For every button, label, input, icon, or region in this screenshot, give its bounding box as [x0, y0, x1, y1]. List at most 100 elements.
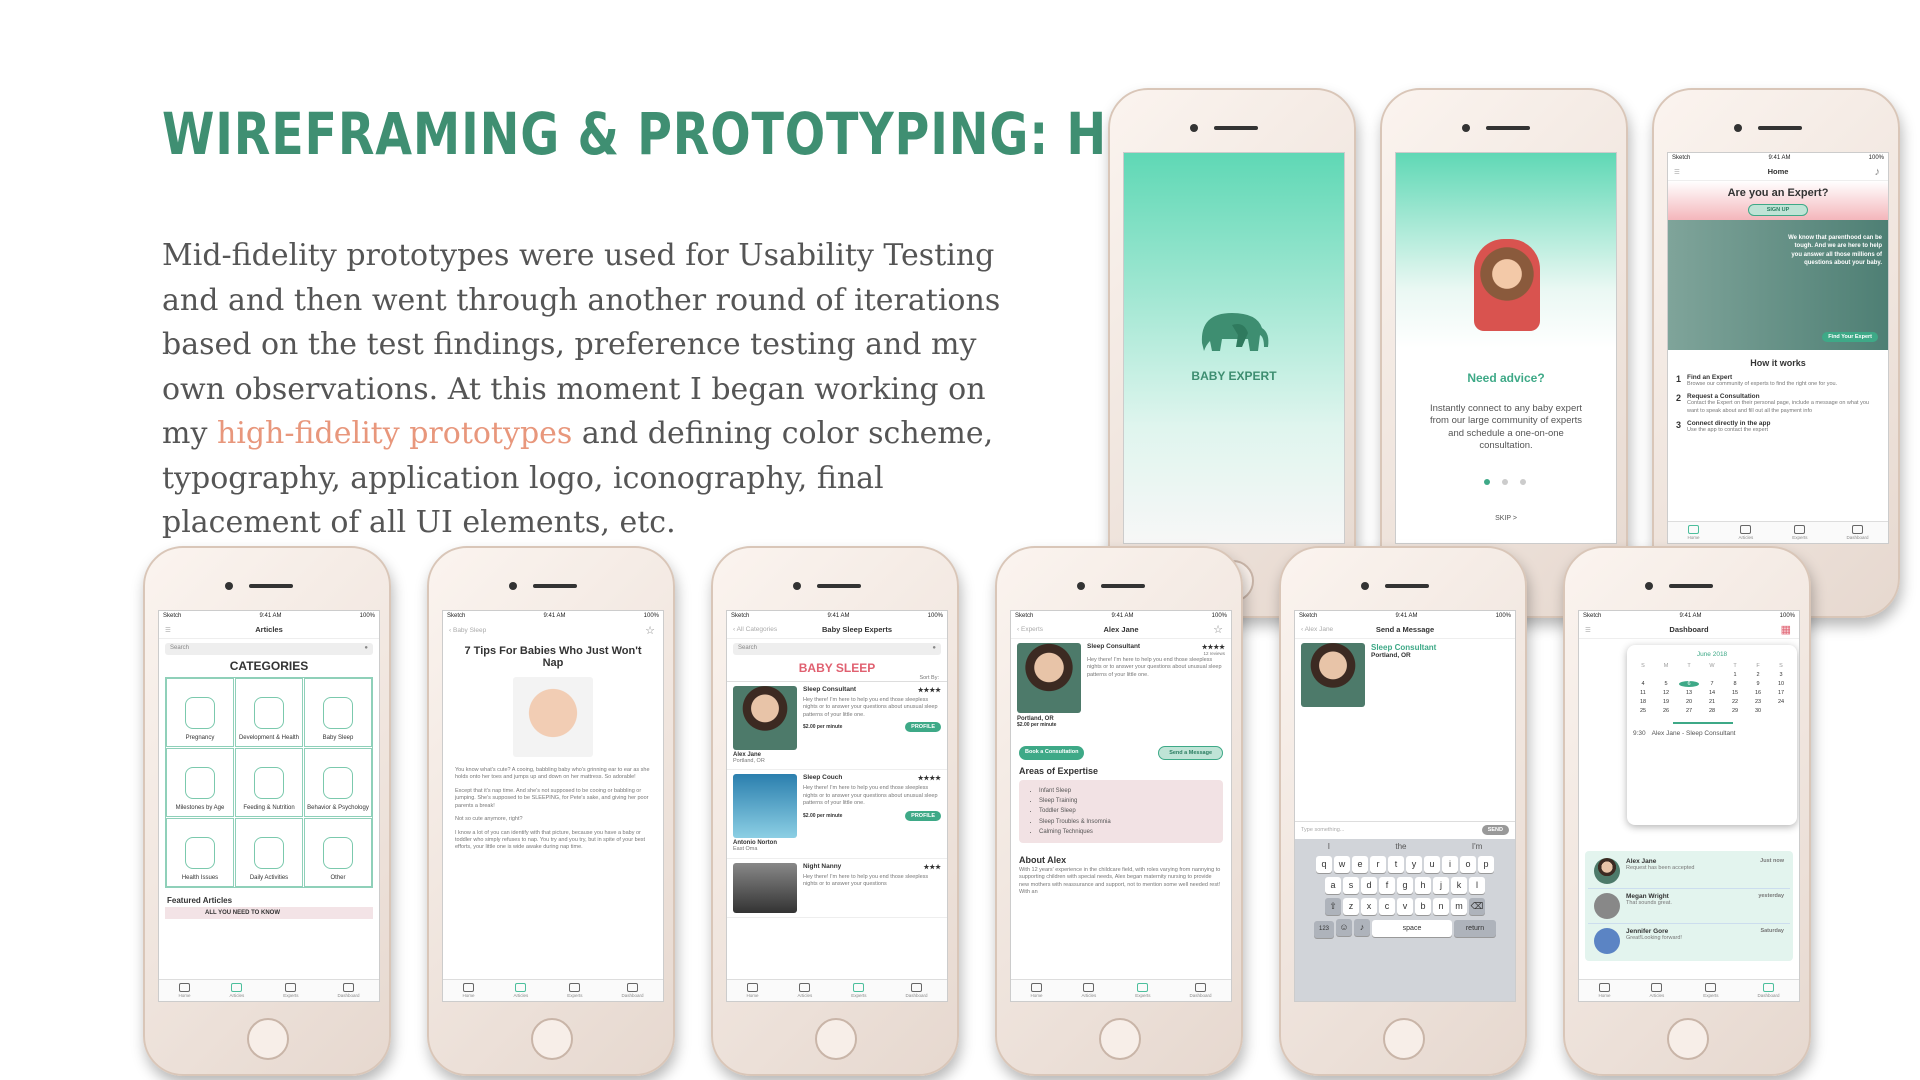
menu-icon[interactable]: ☰: [1585, 626, 1591, 634]
tab-dashboard[interactable]: Dashboard: [621, 983, 644, 998]
calendar-day[interactable]: 20: [1679, 699, 1699, 705]
category-tile[interactable]: Other: [304, 818, 372, 887]
category-tile[interactable]: Feeding & Nutrition: [235, 748, 303, 817]
calendar-day[interactable]: 10: [1771, 681, 1791, 687]
tab-dashboard[interactable]: Dashboard: [1189, 983, 1212, 998]
home-button[interactable]: [247, 1018, 289, 1060]
calendar-day[interactable]: 1: [1725, 672, 1745, 678]
tab-dashboard[interactable]: Dashboard: [1846, 525, 1869, 540]
tab-articles[interactable]: Articles: [513, 983, 528, 998]
calendar-day[interactable]: 3: [1771, 672, 1791, 678]
home-button[interactable]: [1383, 1018, 1425, 1060]
tab-dashboard[interactable]: Dashboard: [905, 983, 928, 998]
tab-experts[interactable]: Experts: [1703, 983, 1719, 998]
calendar-day[interactable]: 2: [1748, 672, 1768, 678]
book-button[interactable]: Book a Consultation: [1019, 746, 1085, 760]
search-input[interactable]: Search ●: [733, 643, 941, 655]
calendar-day[interactable]: 7: [1702, 681, 1722, 687]
profile-button[interactable]: PROFILE: [905, 722, 941, 733]
expert-card[interactable]: Alex Jane Portland, OR Sleep Consultant ★★…: [727, 682, 947, 771]
calendar-day[interactable]: 16: [1748, 690, 1768, 696]
skip-button[interactable]: SKIP >: [1396, 515, 1616, 522]
home-button[interactable]: [531, 1018, 573, 1060]
tab-articles[interactable]: Articles: [797, 983, 812, 998]
search-input[interactable]: Search ●: [165, 643, 373, 655]
category-tile[interactable]: Milestones by Age: [166, 748, 234, 817]
calendar-day[interactable]: 25: [1633, 708, 1653, 714]
notification-item[interactable]: Jennifer Gore Saturday Great!Looking forwa…: [1588, 924, 1790, 958]
calendar-day[interactable]: 4: [1633, 681, 1653, 687]
profile-button[interactable]: PROFILE: [905, 810, 941, 821]
expert-card[interactable]: Antonio Norton East Oma Sleep Couch ★★★★ He…: [727, 770, 947, 859]
tab-dashboard[interactable]: Dashboard: [337, 983, 360, 998]
sort-control[interactable]: Sort By:: [727, 675, 947, 682]
calendar-day[interactable]: 24: [1771, 699, 1791, 705]
bell-icon[interactable]: ♪: [1875, 166, 1881, 178]
send-button[interactable]: SEND: [1481, 824, 1509, 835]
back-link[interactable]: ‹ Baby Sleep: [449, 627, 486, 634]
back-link[interactable]: ‹ Alex Jane: [1301, 626, 1333, 633]
mic-icon[interactable]: ●: [364, 645, 368, 653]
calendar-day[interactable]: 12: [1656, 690, 1676, 696]
calendar-day[interactable]: 15: [1725, 690, 1745, 696]
calendar-day[interactable]: 14: [1702, 690, 1722, 696]
tab-articles[interactable]: Articles: [1738, 525, 1753, 540]
category-tile[interactable]: Behavior & Psychology: [304, 748, 372, 817]
calendar-icon[interactable]: ▦: [1781, 623, 1791, 636]
calendar-day[interactable]: 17: [1771, 690, 1791, 696]
calendar-day[interactable]: 19: [1656, 699, 1676, 705]
home-button[interactable]: [1667, 1018, 1709, 1060]
tab-experts[interactable]: Experts: [567, 983, 583, 998]
expert-card[interactable]: Night Nanny ★★★ Hey there! I'm here to hel…: [727, 859, 947, 918]
star-icon[interactable]: ☆: [645, 624, 655, 637]
calendar-day[interactable]: 18: [1633, 699, 1653, 705]
calendar-day[interactable]: 8: [1725, 681, 1745, 687]
signup-button[interactable]: SIGN UP: [1747, 204, 1809, 216]
calendar-day[interactable]: 9: [1748, 681, 1768, 687]
tab-home[interactable]: Home: [178, 983, 191, 998]
tab-home[interactable]: Home: [1030, 983, 1043, 998]
category-tile[interactable]: Health Issues: [166, 818, 234, 887]
calendar-day[interactable]: 21: [1702, 699, 1722, 705]
tab-articles[interactable]: Articles: [1649, 983, 1664, 998]
notification-item[interactable]: Alex Jane Just now Request has been accept…: [1588, 854, 1790, 889]
category-tile[interactable]: Daily Activities: [235, 818, 303, 887]
calendar-day[interactable]: 27: [1679, 708, 1699, 714]
calendar-day[interactable]: 28: [1702, 708, 1722, 714]
calendar-day[interactable]: 23: [1748, 699, 1768, 705]
message-input[interactable]: Type something...: [1301, 827, 1344, 833]
tab-dashboard[interactable]: Dashboard: [1757, 983, 1780, 998]
tab-home[interactable]: Home: [1598, 983, 1611, 998]
back-link[interactable]: ‹ All Categories: [733, 626, 777, 633]
calendar-day[interactable]: 30: [1748, 708, 1768, 714]
tab-home[interactable]: Home: [462, 983, 475, 998]
calendar-day[interactable]: 5: [1656, 681, 1676, 687]
calendar-day[interactable]: 26: [1656, 708, 1676, 714]
calendar-day[interactable]: 29: [1725, 708, 1745, 714]
menu-icon[interactable]: ☰: [165, 626, 171, 634]
tab-experts[interactable]: Experts: [851, 983, 867, 998]
category-tile[interactable]: Development & Health: [235, 678, 303, 747]
featured-article[interactable]: ALL YOU NEED TO KNOW: [165, 907, 373, 919]
message-button[interactable]: Send a Message: [1158, 746, 1223, 760]
mic-icon[interactable]: ●: [932, 645, 936, 653]
find-expert-button[interactable]: Find Your Expert: [1822, 332, 1878, 342]
home-button[interactable]: [815, 1018, 857, 1060]
calendar-day[interactable]: 11: [1633, 690, 1653, 696]
tab-experts[interactable]: Experts: [283, 983, 299, 998]
tab-experts[interactable]: Experts: [1792, 525, 1808, 540]
calendar-day[interactable]: 13: [1679, 690, 1699, 696]
tab-home[interactable]: Home: [1687, 525, 1700, 540]
back-link[interactable]: ‹ Experts: [1017, 626, 1043, 633]
star-icon[interactable]: ☆: [1213, 623, 1223, 636]
home-button[interactable]: [1099, 1018, 1141, 1060]
menu-icon[interactable]: ☰: [1674, 168, 1680, 176]
notification-item[interactable]: Megan Wright yesterday That sounds great.: [1588, 889, 1790, 924]
tab-experts[interactable]: Experts: [1135, 983, 1151, 998]
tab-articles[interactable]: Articles: [1081, 983, 1096, 998]
calendar-day[interactable]: 22: [1725, 699, 1745, 705]
calendar-day[interactable]: 6: [1679, 681, 1699, 687]
tab-home[interactable]: Home: [746, 983, 759, 998]
tab-articles[interactable]: Articles: [229, 983, 244, 998]
category-tile[interactable]: Pregnancy: [166, 678, 234, 747]
